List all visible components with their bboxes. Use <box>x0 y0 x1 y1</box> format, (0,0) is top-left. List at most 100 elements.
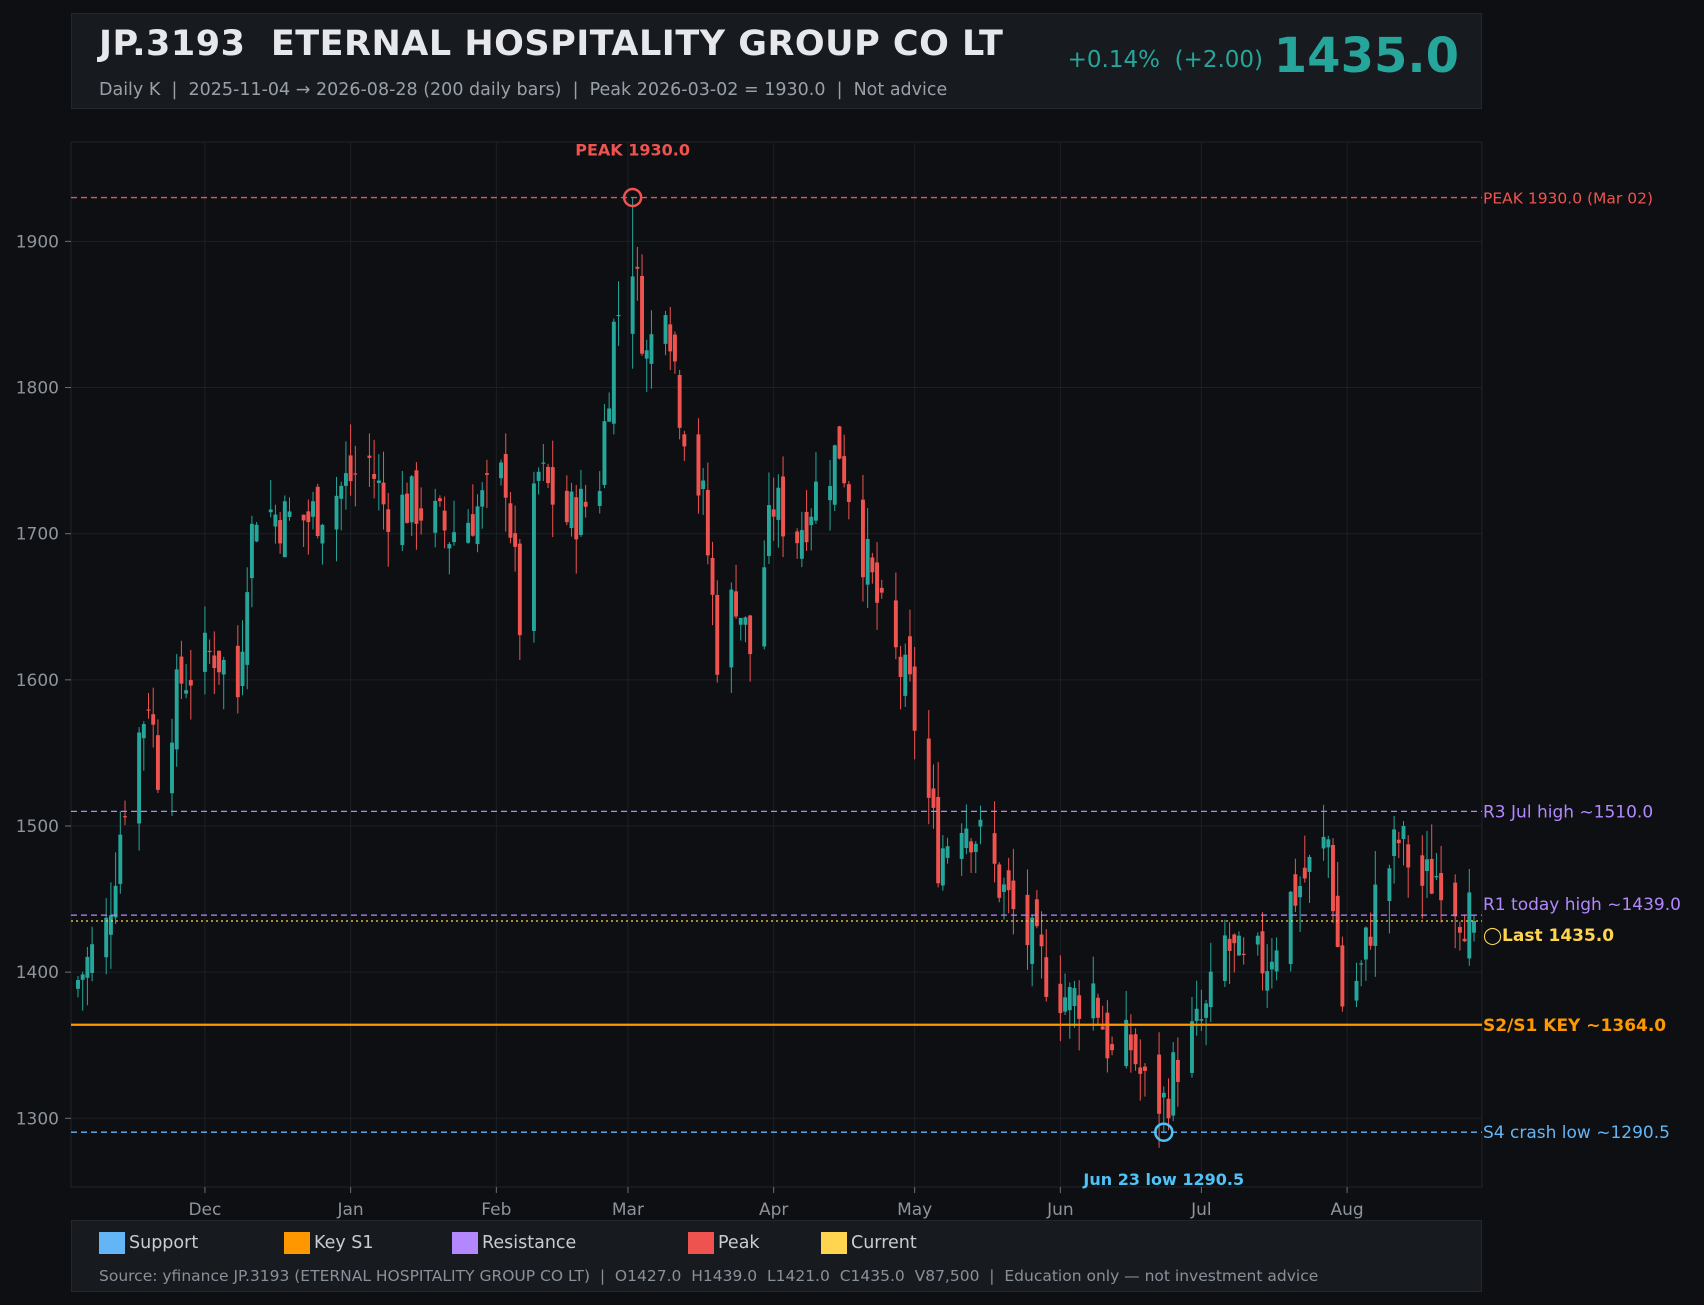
source-note: Source: yfinance JP.3193 (ETERNAL HOSPIT… <box>99 1267 1319 1285</box>
candle-body <box>564 490 569 523</box>
level-label: S2/S1 KEY ~1364.0 <box>1483 1016 1666 1036</box>
candle-body <box>240 651 245 687</box>
candle-body <box>611 321 616 424</box>
candle-body <box>452 532 456 543</box>
candle-body <box>762 567 767 647</box>
candle-body <box>672 334 677 362</box>
candle-body <box>400 494 405 546</box>
x-tick-label: Jul <box>1190 1200 1212 1220</box>
candle-body <box>170 742 174 794</box>
candle-body <box>959 832 964 859</box>
level-label: ◯Last 1435.0 <box>1483 926 1614 946</box>
candle-body <box>597 491 602 506</box>
candle-body <box>315 486 320 537</box>
candle-body <box>1298 885 1303 898</box>
candle-body <box>1157 1054 1162 1114</box>
candle-body <box>644 350 649 359</box>
candle-body <box>503 453 508 498</box>
candle-body <box>879 587 884 593</box>
candle-body <box>320 524 325 544</box>
y-axis: 1300 1400 1500 1600 1700 1800 1900 <box>16 232 71 1129</box>
candle-body <box>875 562 880 603</box>
x-axis: Dec Jan Feb Mar Apr May Jun Jul Aug <box>188 1187 1364 1220</box>
candle-body <box>616 314 621 317</box>
candle-body <box>254 524 259 542</box>
x-tick-label: Feb <box>481 1200 511 1220</box>
candle-body <box>1091 983 1096 1019</box>
candle-body <box>1274 950 1279 972</box>
ticker-title: JP.3193 ETERNAL HOSPITALITY GROUP CO LT <box>99 24 1004 64</box>
candle-body <box>992 833 997 864</box>
candle-body <box>893 600 898 648</box>
resistance-swatch <box>452 1232 478 1254</box>
candle-body <box>301 514 306 521</box>
annotation-label: PEAK 1930.0 <box>575 141 690 160</box>
candle-body <box>1222 935 1227 981</box>
candle-body <box>1161 1092 1166 1098</box>
candle-body <box>202 632 207 672</box>
candle-body <box>766 505 771 556</box>
candle-body <box>151 714 156 725</box>
candle-body <box>1420 855 1425 886</box>
x-tick-label: Jun <box>1046 1200 1074 1220</box>
candle-body <box>217 650 221 673</box>
candle-body <box>1307 856 1312 872</box>
candle-body <box>367 455 372 458</box>
candle-body <box>1124 1019 1129 1067</box>
candle-body <box>696 434 701 496</box>
legend: Support Key S1 Resistance Peak Current S… <box>71 1220 1482 1292</box>
candle-body <box>146 709 151 711</box>
candle-body <box>630 276 635 334</box>
candle-body <box>978 819 983 827</box>
candle-body <box>174 669 179 750</box>
candle-body <box>649 334 654 364</box>
x-tick-label: Apr <box>759 1200 788 1220</box>
candle-body <box>1321 836 1326 849</box>
candle-body <box>583 501 588 507</box>
y-tick-label: 1400 <box>16 963 59 983</box>
candle-body <box>235 645 240 698</box>
candle-body <box>743 617 748 625</box>
candle-body <box>1077 995 1082 1019</box>
candle-body <box>912 666 917 731</box>
candle-body <box>1453 882 1458 917</box>
candle-body <box>969 841 974 853</box>
candle-body <box>1326 839 1331 848</box>
level-label: R1 today high ~1439.0 <box>1483 895 1681 915</box>
candle-body <box>1039 934 1044 947</box>
candle-body <box>104 917 109 958</box>
candle-body <box>865 538 870 585</box>
y-tick-label: 1700 <box>16 525 59 545</box>
candle-body <box>470 514 475 536</box>
candle-body <box>799 530 804 559</box>
candle-body <box>381 482 386 505</box>
x-tick-label: Dec <box>188 1200 221 1220</box>
candle-body <box>936 796 941 884</box>
candle-body <box>1359 963 1364 965</box>
candle-body <box>273 514 278 527</box>
candle-body <box>508 503 513 538</box>
candle-body <box>245 592 250 665</box>
candle-body <box>908 636 912 675</box>
candle-body <box>1133 1034 1138 1065</box>
candle-body <box>776 487 781 520</box>
candle-body <box>76 980 80 989</box>
peak-swatch <box>688 1232 714 1254</box>
candle-body <box>1241 953 1246 955</box>
candle-body <box>973 843 978 852</box>
candle-body <box>640 275 644 354</box>
candle-body <box>1199 1019 1204 1021</box>
candle-body <box>781 476 786 537</box>
candle-body <box>1387 868 1392 902</box>
candle-body <box>1434 875 1439 878</box>
candle-body <box>677 374 682 428</box>
candle-body <box>1396 839 1401 844</box>
candle-body <box>108 915 113 935</box>
candle-body <box>842 456 847 484</box>
candle-body <box>1110 1044 1115 1051</box>
candle-body <box>710 557 715 595</box>
level-label: R3 Jul high ~1510.0 <box>1483 802 1653 822</box>
candle-body <box>870 557 875 573</box>
key-s1-swatch <box>284 1232 310 1254</box>
x-tick-label: Mar <box>612 1200 644 1220</box>
